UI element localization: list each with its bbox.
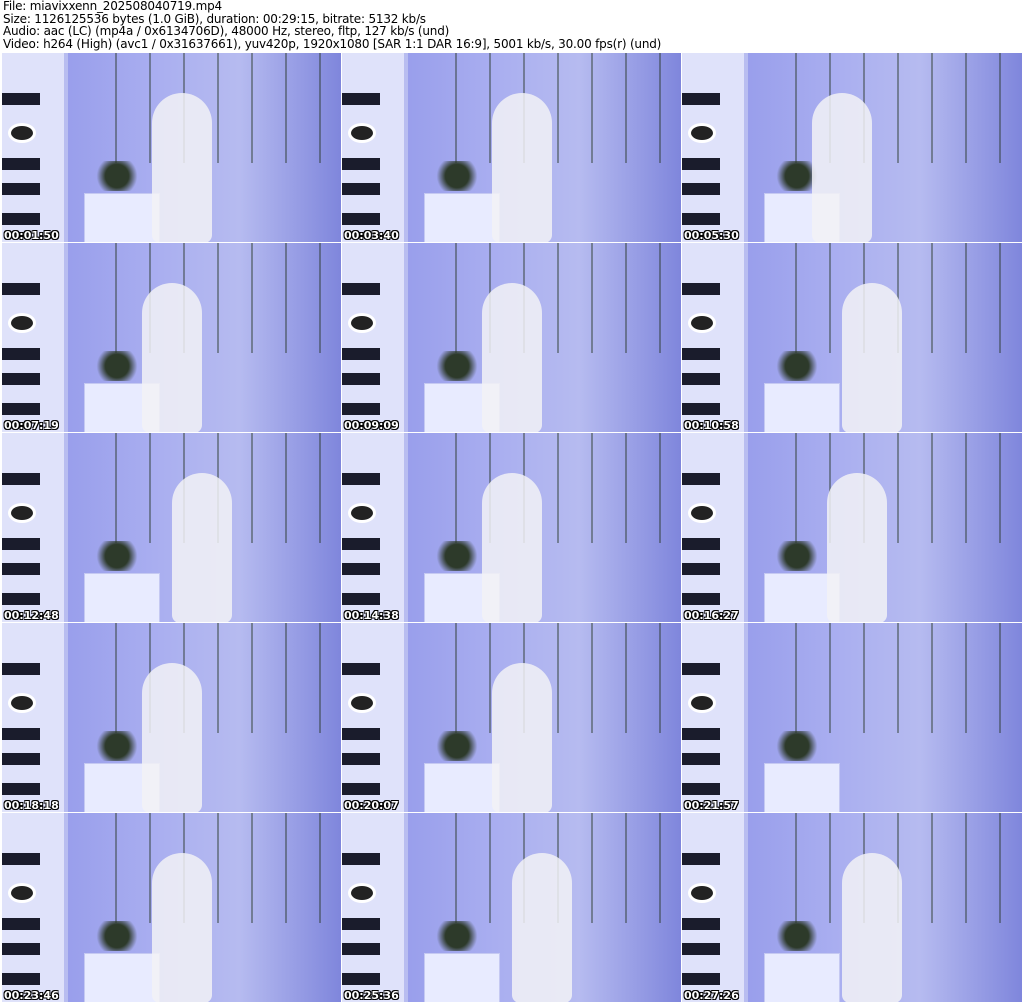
plant [772, 731, 822, 761]
video-thumbnail[interactable]: 00:12:48 [2, 433, 341, 622]
dresser [764, 383, 840, 432]
door [2, 433, 68, 622]
timestamp: 00:09:09 [344, 419, 399, 432]
timestamp: 00:01:50 [4, 229, 59, 242]
timestamp: 00:03:40 [344, 229, 399, 242]
person [172, 473, 232, 622]
dresser [424, 763, 500, 812]
audio-info: Audio: aac (LC) (mp4a / 0x6134706D), 480… [3, 24, 450, 38]
video-thumbnail[interactable]: 00:23:46 [2, 813, 341, 1002]
person [492, 663, 552, 812]
person [827, 473, 887, 622]
person [142, 283, 202, 432]
video-thumbnail[interactable]: 00:10:58 [682, 243, 1022, 432]
person [482, 473, 542, 622]
dresser [764, 763, 840, 812]
video-thumbnail[interactable]: 00:21:57 [682, 623, 1022, 812]
plant [92, 541, 142, 571]
person [842, 283, 902, 432]
door [682, 433, 748, 622]
door [682, 53, 748, 242]
person [152, 853, 212, 1002]
person [152, 93, 212, 242]
door [2, 53, 68, 242]
video-thumbnail[interactable]: 00:27:26 [682, 813, 1022, 1002]
timestamp: 00:21:57 [684, 799, 739, 812]
plant [92, 351, 142, 381]
thumbnail-grid: 00:01:50 00:03:40 00:05:30 00:07:19 00:09:09… [2, 53, 1022, 1002]
video-thumbnail[interactable]: 00:18:18 [2, 623, 341, 812]
vines [437, 623, 677, 733]
plant [772, 351, 822, 381]
dresser [84, 193, 160, 242]
door [2, 243, 68, 432]
plant [432, 161, 482, 191]
plant [92, 921, 142, 951]
timestamp: 00:12:48 [4, 609, 59, 622]
plant [92, 161, 142, 191]
plant [432, 731, 482, 761]
plant [432, 351, 482, 381]
vines [437, 53, 677, 163]
video-info: Video: h264 (High) (avc1 / 0x31637661), … [3, 36, 662, 51]
timestamp: 00:23:46 [4, 989, 59, 1002]
door [682, 243, 748, 432]
video-thumbnail[interactable]: 00:07:19 [2, 243, 341, 432]
door [342, 53, 408, 242]
dresser [424, 193, 500, 242]
plant [92, 731, 142, 761]
video-thumbnail[interactable]: 00:01:50 [2, 53, 341, 242]
door [682, 813, 748, 1002]
dresser [424, 953, 500, 1002]
timestamp: 00:25:36 [344, 989, 399, 1002]
plant [432, 921, 482, 951]
plant [772, 921, 822, 951]
timestamp: 00:20:07 [344, 799, 399, 812]
video-thumbnail[interactable]: 00:14:38 [342, 433, 681, 622]
dresser [764, 953, 840, 1002]
door [342, 813, 408, 1002]
video-thumbnail[interactable]: 00:09:09 [342, 243, 681, 432]
door [342, 433, 408, 622]
timestamp: 00:05:30 [684, 229, 739, 242]
vines [437, 243, 677, 353]
vines [97, 623, 337, 733]
video-thumbnail[interactable]: 00:03:40 [342, 53, 681, 242]
file-info: File: miavixxenn_202508040719.mp4 Size: … [3, 0, 661, 50]
video-thumbnail[interactable]: 00:16:27 [682, 433, 1022, 622]
person [492, 93, 552, 242]
vines [97, 813, 337, 923]
vines [777, 433, 1017, 543]
timestamp: 00:07:19 [4, 419, 59, 432]
file-name: File: miavixxenn_202508040719.mp4 [3, 0, 222, 13]
person [512, 853, 572, 1002]
timestamp: 00:16:27 [684, 609, 739, 622]
door [2, 623, 68, 812]
timestamp: 00:27:26 [684, 989, 739, 1002]
video-thumbnail[interactable]: 00:25:36 [342, 813, 681, 1002]
vines [97, 243, 337, 353]
vines [777, 623, 1017, 733]
video-thumbnail[interactable]: 00:05:30 [682, 53, 1022, 242]
door [2, 813, 68, 1002]
dresser [84, 953, 160, 1002]
plant [432, 541, 482, 571]
vines [97, 53, 337, 163]
plant [772, 541, 822, 571]
person [482, 283, 542, 432]
person [812, 93, 872, 242]
timestamp: 00:14:38 [344, 609, 399, 622]
vines [437, 433, 677, 543]
person [842, 853, 902, 1002]
video-thumbnail[interactable]: 00:20:07 [342, 623, 681, 812]
door [342, 243, 408, 432]
timestamp: 00:10:58 [684, 419, 739, 432]
timestamp: 00:18:18 [4, 799, 59, 812]
dresser [84, 573, 160, 622]
door [342, 623, 408, 812]
person [142, 663, 202, 812]
door [682, 623, 748, 812]
